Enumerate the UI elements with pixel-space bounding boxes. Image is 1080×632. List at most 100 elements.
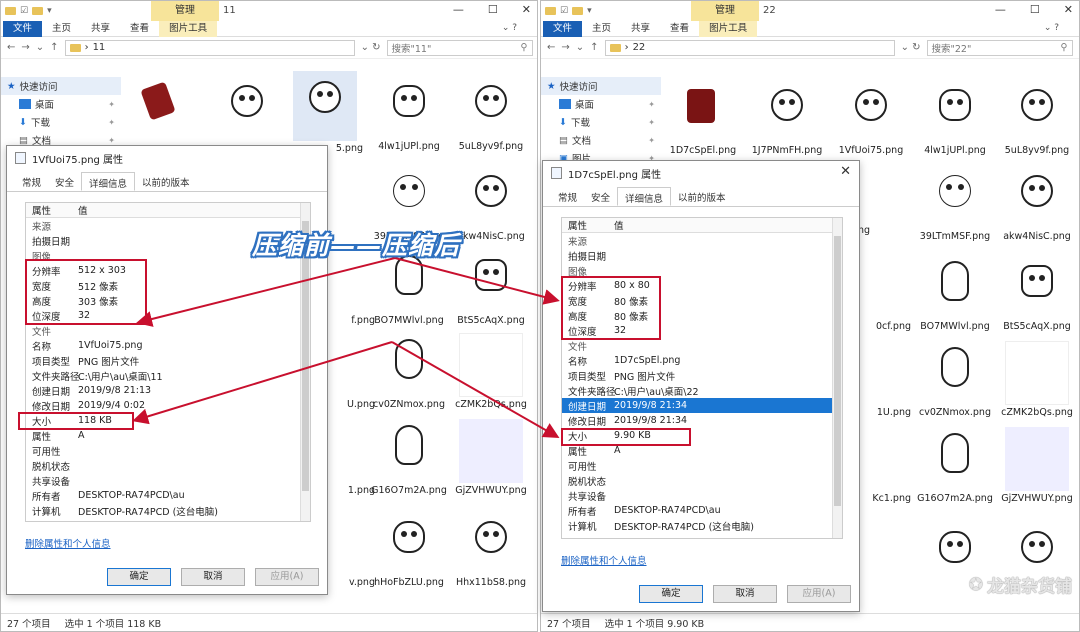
property-row[interactable]: 拍摄日期 — [562, 248, 842, 263]
column-property[interactable]: 属性 — [562, 218, 614, 232]
tab-view[interactable]: 查看 — [660, 21, 699, 37]
file-item[interactable]: 39LTmMSF.png — [915, 165, 995, 242]
file-item[interactable]: Kc1.png — [851, 427, 911, 504]
nav-item-quick-access[interactable]: ★ 快速访问 — [541, 77, 661, 95]
property-row[interactable]: 属性 A — [562, 443, 842, 458]
tab-home[interactable]: 主页 — [582, 21, 621, 37]
file-item[interactable]: 1VfUoi75.png — [831, 79, 911, 156]
nav-item-downloads[interactable]: ⬇ 下载 ✦ — [1, 113, 121, 131]
apply-button[interactable]: 应用(A) — [255, 568, 319, 586]
refresh-icon[interactable]: ⌄ ↻ — [901, 42, 921, 53]
property-row[interactable]: 文件 — [562, 338, 842, 353]
folder-icon[interactable] — [32, 7, 44, 15]
checkbox-icon[interactable]: ☑ — [20, 6, 28, 16]
maximize-icon[interactable]: ☐ — [1030, 3, 1040, 16]
minimize-icon[interactable]: — — [453, 3, 464, 16]
file-item[interactable]: cv0ZNmox.png — [915, 341, 995, 418]
dropdown-icon[interactable]: ▾ — [47, 6, 52, 16]
chevron-down-icon[interactable]: ⌄ — [576, 42, 584, 53]
tab-file[interactable]: 文件 — [543, 20, 583, 37]
column-property[interactable]: 属性 — [26, 203, 78, 217]
refresh-icon[interactable]: ⌄ ↻ — [361, 42, 381, 53]
manage-context-tab[interactable]: 管理 — [151, 1, 219, 21]
file-item[interactable]: 4lw1jUPl.png — [369, 75, 449, 152]
nav-item-quick-access[interactable]: ★ 快速访问 — [1, 77, 121, 95]
property-row[interactable]: 文件 — [26, 323, 310, 338]
scrollbar[interactable] — [832, 218, 842, 538]
file-item[interactable]: akw4NisC.png — [451, 165, 531, 242]
close-icon[interactable]: ✕ — [522, 3, 531, 16]
property-row[interactable]: 创建日期 2019/9/8 21:34 — [562, 398, 842, 413]
up-icon[interactable]: ↑ — [590, 42, 598, 53]
file-item[interactable]: G16O7m2A.png — [369, 419, 449, 496]
file-item[interactable]: BtS5cAqX.png — [451, 249, 531, 326]
file-item[interactable]: G16O7m2A.png — [915, 427, 995, 504]
address-bar[interactable]: › 22 — [604, 39, 895, 56]
tab-share[interactable]: 共享 — [81, 21, 120, 37]
property-row[interactable]: 所有者 DESKTOP-RA74PCD\au — [562, 503, 842, 518]
file-item[interactable] — [207, 75, 287, 141]
property-row[interactable]: 宽度 80 像素 — [562, 293, 842, 308]
chevron-down-icon[interactable]: ⌄ ? — [1044, 23, 1059, 33]
file-item[interactable]: 4lw1jUPl.png — [915, 79, 995, 156]
property-row[interactable]: 分辨率 512 x 303 — [26, 263, 310, 278]
chevron-down-icon[interactable]: ⌄ ? — [502, 23, 517, 33]
property-row[interactable]: 脱机状态 — [26, 458, 310, 473]
property-row[interactable]: 来源 — [562, 233, 842, 248]
file-item[interactable]: GjZVHWUY.png — [451, 419, 531, 496]
property-row[interactable]: 项目类型 PNG 图片文件 — [26, 353, 310, 368]
search-input[interactable]: 搜索"22" ⚲ — [926, 39, 1073, 56]
tab-picture-tools[interactable]: 图片工具 — [159, 20, 218, 37]
tab-general[interactable]: 常规 — [15, 172, 48, 191]
property-row[interactable]: 修改日期 2019/9/8 21:34 — [562, 413, 842, 428]
property-row[interactable]: 属性 A — [26, 428, 310, 443]
folder-icon[interactable] — [5, 7, 16, 15]
manage-context-tab[interactable]: 管理 — [691, 1, 759, 21]
nav-item-documents[interactable]: ▤ 文档 ✦ — [541, 131, 661, 149]
forward-icon[interactable]: → — [561, 42, 569, 53]
forward-icon[interactable]: → — [21, 42, 29, 53]
tab-file[interactable]: 文件 — [3, 20, 43, 37]
cancel-button[interactable]: 取消 — [713, 585, 777, 603]
tab-share[interactable]: 共享 — [621, 21, 660, 37]
tab-general[interactable]: 常规 — [551, 187, 584, 206]
column-value[interactable]: 值 — [78, 203, 310, 217]
tab-home[interactable]: 主页 — [42, 21, 81, 37]
file-item[interactable]: hHoFbZLU.png — [369, 511, 449, 588]
close-icon[interactable]: ✕ — [1064, 3, 1073, 16]
file-item[interactable]: BtS5cAqX.png — [997, 255, 1077, 332]
column-value[interactable]: 值 — [614, 218, 842, 232]
file-item[interactable]: 5uL8yv9f.png — [997, 79, 1077, 156]
tab-security[interactable]: 安全 — [48, 172, 81, 191]
property-row[interactable]: 计算机 DESKTOP-RA74PCD (这台电脑) — [26, 503, 310, 518]
file-item[interactable]: 1D7cSpEl.png — [663, 79, 743, 156]
property-row[interactable]: 可用性 — [26, 443, 310, 458]
tab-details[interactable]: 详细信息 — [617, 187, 672, 206]
tab-picture-tools[interactable]: 图片工具 — [699, 20, 758, 37]
property-row[interactable]: 位深度 32 — [26, 308, 310, 323]
property-row[interactable]: 大小 118 KB — [26, 413, 310, 428]
minimize-icon[interactable]: — — [995, 3, 1006, 16]
file-item[interactable]: cZMK2bQs.png — [997, 341, 1077, 418]
property-row[interactable]: 分辨率 80 x 80 — [562, 278, 842, 293]
property-row[interactable]: 名称 1VfUoi75.png — [26, 338, 310, 353]
file-item[interactable]: cZMK2bQs.png — [451, 333, 531, 410]
tab-previous-versions[interactable]: 以前的版本 — [671, 187, 733, 206]
close-icon[interactable]: ✕ — [840, 164, 851, 179]
tab-view[interactable]: 查看 — [120, 21, 159, 37]
ok-button[interactable]: 确定 — [639, 585, 703, 603]
file-item[interactable]: cv0ZNmox.png — [369, 333, 449, 410]
checkbox-icon[interactable]: ☑ — [560, 6, 568, 16]
property-row[interactable]: 宽度 512 像素 — [26, 278, 310, 293]
ok-button[interactable]: 确定 — [107, 568, 171, 586]
property-row[interactable]: 文件夹路径 C:\用户\au\桌面\11 — [26, 368, 310, 383]
file-item[interactable]: GjZVHWUY.png — [997, 427, 1077, 504]
file-item[interactable]: 0cf.png — [851, 255, 911, 332]
search-input[interactable]: 搜索"11" ⚲ — [386, 39, 533, 56]
property-row[interactable]: 修改日期 2019/9/4 0:02 — [26, 398, 310, 413]
folder-icon[interactable] — [545, 7, 556, 15]
property-row[interactable]: 图像 — [562, 263, 842, 278]
property-row[interactable]: 共享设备 — [26, 473, 310, 488]
maximize-icon[interactable]: ☐ — [488, 3, 498, 16]
property-row[interactable]: 高度 80 像素 — [562, 308, 842, 323]
